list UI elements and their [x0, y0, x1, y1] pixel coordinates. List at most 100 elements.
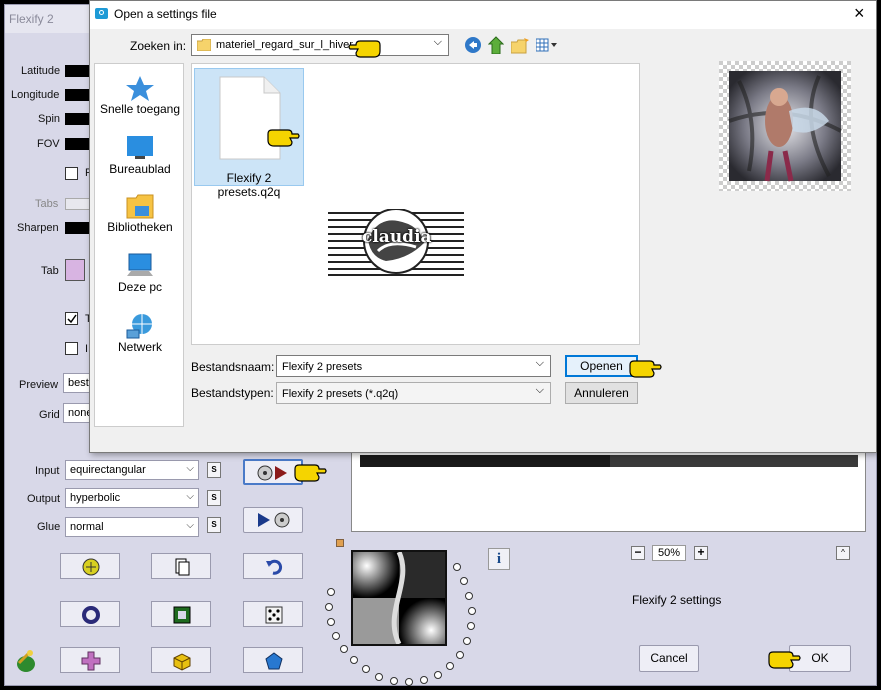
random-button[interactable] [60, 553, 120, 579]
filetype-label: Bestandstypen: [191, 386, 274, 400]
pointing-hand-icon [267, 129, 300, 147]
preview-label: Preview [19, 379, 59, 391]
place-label: Snelle toegang [99, 102, 181, 116]
place-this-pc[interactable]: Deze pc [95, 252, 185, 294]
chevron-down-icon: ⌵ [186, 463, 194, 474]
look-in-label: Zoeken in: [130, 39, 187, 53]
latitude-label: Latitude [21, 65, 61, 77]
up-folder-icon[interactable] [487, 36, 505, 55]
undo-button[interactable] [243, 553, 303, 579]
output-label: Output [27, 493, 61, 505]
file-name: Flexify 2 presets.q2q [217, 171, 281, 199]
info-button[interactable]: i [488, 548, 510, 570]
preview-value: best [68, 377, 89, 389]
preset-preview-image [719, 61, 851, 191]
pointing-hand-icon [294, 464, 327, 482]
input-s-button[interactable]: S [207, 462, 221, 478]
save-preset-button[interactable] [243, 507, 303, 533]
filename-label: Bestandsnaam: [191, 360, 275, 374]
glue-label: Glue [37, 521, 61, 533]
back-icon[interactable] [465, 37, 481, 53]
desktop-icon [127, 136, 153, 159]
output-select[interactable]: hyperbolic ⌵ [65, 488, 199, 508]
chevron-down-icon: ⌵ [186, 520, 194, 531]
checkbox-t[interactable] [65, 312, 78, 325]
open-file-dialog: Open a settings file × Zoeken in: materi… [89, 0, 877, 453]
network-icon [126, 314, 152, 339]
document-icon [219, 76, 281, 160]
place-label: Bibliotheken [107, 220, 173, 234]
place-libraries[interactable]: Bibliotheken [95, 192, 185, 234]
glue-s-button[interactable]: S [207, 517, 221, 533]
cancel-dialog-button[interactable]: Annuleren [565, 382, 638, 404]
cancel-button[interactable]: Cancel [639, 645, 699, 672]
libraries-icon [126, 194, 154, 219]
fov-label: FOV [37, 138, 60, 150]
chevron-down-icon: ⌵ [535, 357, 544, 369]
filetype-select[interactable]: Flexify 2 presets (*.q2q) ⌵ [276, 382, 551, 404]
sharpen-label: Sharpen [17, 222, 59, 234]
zoom-in-button[interactable]: + [694, 546, 708, 560]
copy-button[interactable] [151, 553, 211, 579]
navigator-thumbnail[interactable] [351, 550, 447, 646]
sharpen-slider[interactable] [65, 222, 89, 234]
star-icon [126, 76, 154, 101]
dialog-titlebar: Open a settings file × [90, 1, 876, 29]
flexify-logo-icon [13, 649, 39, 675]
cube-button[interactable] [151, 647, 211, 673]
look-in-select[interactable]: materiel_regard_sur_l_hiver ⌵ [191, 34, 449, 56]
zoom-value[interactable]: 50% [652, 545, 686, 561]
pointing-hand-icon [348, 40, 381, 58]
chevron-down-icon: ⌵ [535, 384, 544, 396]
look-in-value: materiel_regard_sur_l_hiver [216, 39, 353, 51]
place-quick-access[interactable]: Snelle toegang [95, 74, 185, 116]
preview-strip-dark [360, 455, 610, 467]
watermark-logo: claudia [328, 208, 464, 277]
tabs-slider[interactable] [65, 198, 91, 210]
square-button[interactable] [151, 601, 211, 627]
latitude-slider[interactable] [65, 65, 89, 77]
place-label: Bureaublad [109, 162, 171, 176]
computer-icon [127, 253, 153, 276]
longitude-slider[interactable] [65, 89, 89, 101]
folder-icon [197, 39, 211, 51]
app-icon [95, 8, 108, 19]
chevron-down-icon: ⌵ [433, 36, 442, 48]
place-label: Deze pc [117, 280, 163, 294]
place-network[interactable]: Netwerk [95, 312, 185, 354]
filename-input[interactable]: Flexify 2 presets ⌵ [276, 355, 551, 377]
fov-slider[interactable] [65, 138, 89, 150]
swirl-thumbnail-icon [353, 552, 445, 644]
pointing-hand-icon [629, 360, 662, 378]
preview-strip [610, 455, 858, 467]
zoom-out-button[interactable]: − [631, 546, 645, 560]
collapse-button[interactable]: ^ [836, 546, 850, 560]
tab-label: Tab [41, 265, 59, 277]
checkbox-f[interactable] [65, 167, 78, 180]
view-menu-icon[interactable] [535, 38, 560, 52]
file-item[interactable]: Flexify 2 presets.q2q [194, 68, 304, 199]
pointing-hand-icon [768, 651, 801, 669]
glue-select[interactable]: normal ⌵ [65, 517, 199, 537]
input-value: equirectangular [70, 464, 146, 476]
checkbox-i-label: I [85, 343, 89, 355]
place-desktop[interactable]: Bureaublad [95, 134, 185, 176]
circle-button[interactable] [60, 601, 120, 627]
output-s-button[interactable]: S [207, 490, 221, 506]
place-label: Netwerk [117, 340, 162, 354]
new-folder-icon[interactable] [510, 38, 529, 54]
spin-label: Spin [38, 113, 61, 125]
dice-button[interactable] [243, 601, 303, 627]
close-icon[interactable]: × [854, 4, 865, 22]
glue-value: normal [70, 521, 104, 533]
grid-label: Grid [39, 409, 60, 421]
pentagon-button[interactable] [243, 647, 303, 673]
input-select[interactable]: equirectangular ⌵ [65, 460, 199, 480]
places-sidebar: Snelle toegang Bureaublad Bibliotheken D… [94, 63, 184, 427]
tabs-label: Tabs [35, 198, 59, 210]
cross-button[interactable] [60, 647, 120, 673]
tab-color-swatch[interactable] [65, 259, 85, 281]
checkbox-i[interactable] [65, 342, 78, 355]
output-value: hyperbolic [70, 492, 121, 504]
spin-slider[interactable] [65, 113, 89, 125]
